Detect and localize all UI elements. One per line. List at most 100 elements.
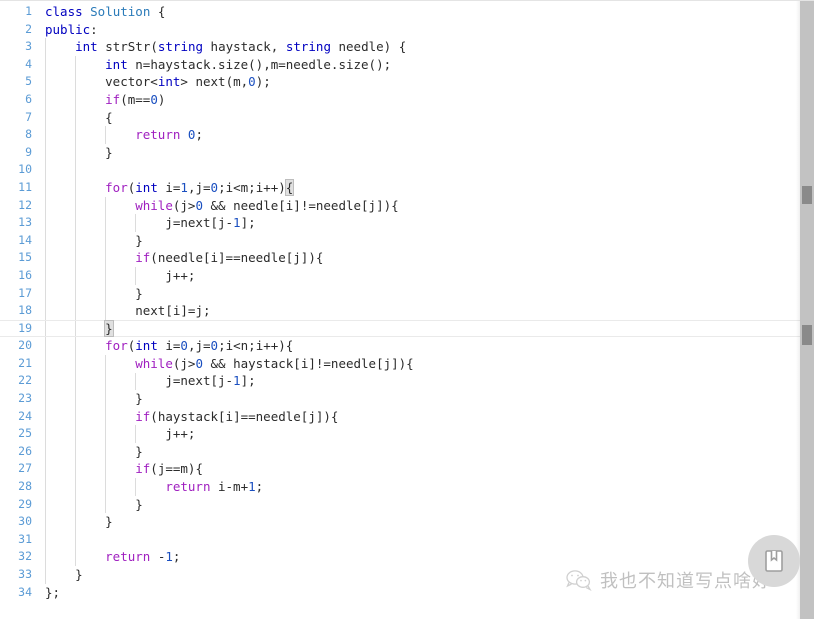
code-token: { (105, 109, 113, 125)
code-line[interactable]: 8 return 0; (0, 126, 814, 144)
code-text: } (135, 285, 143, 303)
code-text: return i-m+1; (165, 478, 263, 496)
code-text: int strStr(string haystack, string needl… (75, 38, 406, 56)
code-token: j++; (165, 426, 196, 442)
code-line[interactable]: 25 j++; (0, 425, 814, 443)
code-text: j=next[j-1]; (165, 372, 255, 390)
code-token: (j> (172, 197, 196, 213)
code-line[interactable]: 27 if(j==m){ (0, 460, 814, 478)
code-text: } (105, 513, 113, 531)
code-lines[interactable]: 1 class Solution {2 public: 3 int strStr(str… (0, 3, 814, 601)
line-number: 1 (25, 4, 32, 18)
code-line[interactable]: 24 if(haystack[i]==needle[j]){ (0, 408, 814, 426)
line-number: 27 (18, 461, 32, 476)
code-line[interactable]: 3 int strStr(string haystack, string need… (0, 38, 814, 56)
code-line[interactable]: 30} (0, 513, 814, 531)
code-line[interactable]: 34}; (0, 584, 814, 602)
code-token: next[i]=j; (135, 303, 211, 319)
code-token: j=next[j- (165, 215, 234, 231)
code-line[interactable]: 6 if(m==0) (0, 91, 814, 109)
vertical-scrollbar[interactable] (800, 1, 814, 619)
code-token: (needle[i]==needle[j]){ (150, 250, 324, 266)
code-line[interactable]: 2 public: (0, 21, 814, 39)
code-line[interactable]: 32 return -1; (0, 548, 814, 566)
code-line[interactable]: 26} (0, 443, 814, 461)
line-number: 32 (18, 549, 32, 564)
code-text: for(int i=0,j=0;i<n;i++){ (105, 337, 293, 355)
code-token: if (135, 461, 151, 477)
code-token: ,j= (187, 179, 211, 195)
code-text: if(haystack[i]==needle[j]){ (135, 408, 338, 426)
code-token: } (135, 285, 143, 301)
code-line[interactable]: 7{ (0, 109, 814, 127)
code-token: int (75, 39, 106, 55)
code-token: 0 (210, 179, 219, 195)
code-token: 1 (165, 549, 173, 565)
code-line[interactable]: 14} (0, 232, 814, 250)
code-token: { (157, 4, 166, 19)
code-token: if (135, 408, 151, 424)
scrollbar-marker[interactable] (802, 325, 812, 345)
code-token: if (105, 91, 121, 107)
code-line[interactable]: 21 while(j>0 && haystack[i]!=needle[j]){ (0, 355, 814, 373)
code-token: 1 (233, 373, 241, 389)
line-number: 11 (18, 179, 32, 194)
code-token: for (105, 338, 128, 354)
code-text: while(j>0 && needle[i]!=needle[j]){ (135, 197, 398, 215)
code-line[interactable]: 15 if(needle[i]==needle[j]){ (0, 249, 814, 267)
code-line[interactable]: 12 while(j>0 && needle[i]!=needle[j]){ (0, 197, 814, 215)
code-line[interactable]: 13 j=next[j-1]; (0, 214, 814, 232)
code-token: { (284, 178, 295, 196)
code-token: i-m+ (218, 479, 249, 495)
code-line[interactable]: 33} (0, 566, 814, 584)
code-line[interactable]: 19} (0, 319, 814, 338)
code-token: j++; (165, 267, 196, 283)
line-number: 34 (18, 584, 32, 599)
code-line[interactable]: 22 j=next[j-1]; (0, 372, 814, 390)
code-line[interactable]: 18 next[i]=j; (0, 302, 814, 320)
line-number: 10 (18, 162, 32, 177)
line-number: 29 (18, 496, 32, 511)
line-number: 20 (18, 338, 32, 353)
code-token: (m== (120, 91, 151, 107)
code-line[interactable]: 5 vector<int> next(m,0); (0, 73, 814, 91)
save-to-notes-button[interactable] (748, 535, 800, 587)
code-text: } (105, 144, 113, 162)
code-text: } (135, 443, 143, 461)
code-line[interactable]: 4 int n=haystack.size(),m=needle.size(); (0, 56, 814, 74)
code-token: } (135, 496, 143, 512)
code-token: public (45, 21, 91, 37)
code-line[interactable]: 1 class Solution { (0, 3, 814, 21)
code-text: } (75, 566, 83, 584)
code-token: while (135, 197, 173, 213)
line-number: 8 (25, 127, 32, 142)
code-line[interactable]: 10 (0, 161, 814, 179)
line-number: 23 (18, 391, 32, 406)
code-token: (haystack[i]==needle[j]){ (150, 408, 339, 424)
code-line[interactable]: 11 for(int i=1,j=0;i<m;i++){ (0, 178, 814, 197)
code-text: public: (45, 21, 98, 39)
code-token: int (135, 179, 158, 195)
code-line[interactable]: 28 return i-m+1; (0, 478, 814, 496)
code-token: } (135, 391, 143, 407)
code-token: while (135, 355, 173, 371)
code-line[interactable]: 16 j++; (0, 267, 814, 285)
code-line[interactable]: 9} (0, 144, 814, 162)
code-line[interactable]: 23} (0, 390, 814, 408)
line-number: 24 (18, 408, 32, 423)
code-text: next[i]=j; (135, 302, 210, 320)
code-token: if (135, 250, 151, 266)
code-line[interactable]: 17} (0, 285, 814, 303)
line-number: 21 (18, 355, 32, 370)
line-number: 26 (18, 443, 32, 458)
line-number: 14 (18, 232, 32, 247)
code-token: ]; (240, 215, 256, 231)
line-number: 13 (18, 215, 32, 230)
code-token: (j> (172, 355, 196, 371)
code-line[interactable]: 31 (0, 531, 814, 549)
code-line[interactable]: 29} (0, 496, 814, 514)
code-editor[interactable]: 1 class Solution {2 public: 3 int strStr(str… (0, 0, 814, 619)
scrollbar-marker[interactable] (802, 186, 812, 204)
line-number: 2 (25, 21, 32, 36)
code-line[interactable]: 20 for(int i=0,j=0;i<n;i++){ (0, 337, 814, 355)
